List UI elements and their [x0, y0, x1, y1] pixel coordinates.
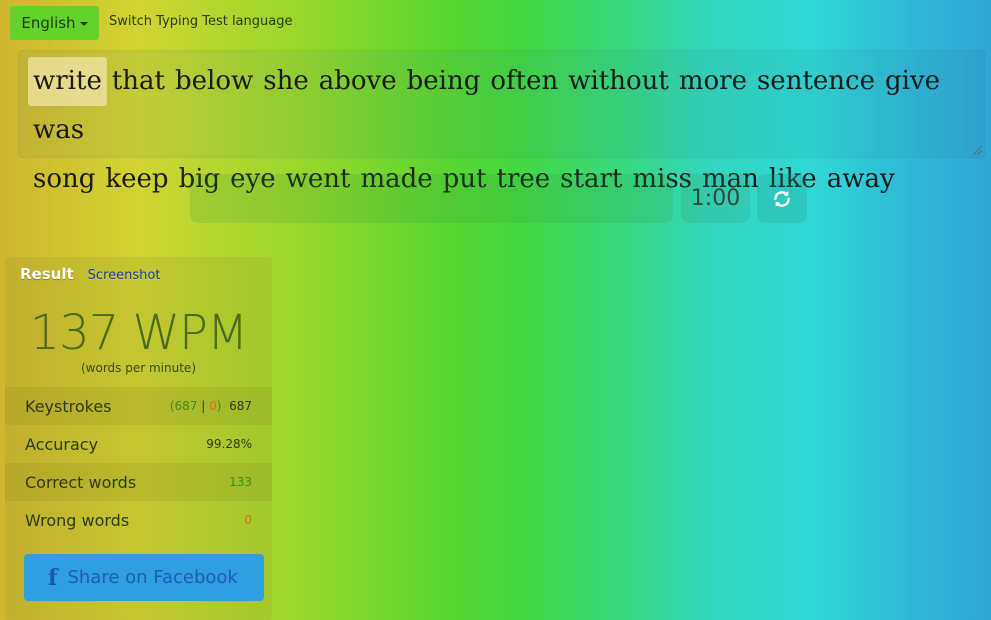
resize-grip-icon[interactable] — [973, 146, 982, 155]
accuracy-label: Accuracy — [25, 434, 99, 454]
word: she — [263, 66, 309, 96]
wrong-words-row: Wrong words 0 — [5, 501, 272, 539]
word: above — [318, 66, 397, 96]
word: below — [175, 66, 254, 96]
result-tabs: Result Screenshot — [20, 265, 160, 283]
current-word: write — [28, 57, 107, 106]
words-line-1: write that below she above being often without m… — [28, 57, 975, 155]
wrong-words-value: 0 — [244, 513, 252, 527]
typing-input[interactable] — [190, 174, 673, 223]
accuracy-row: Accuracy 99.28% — [5, 425, 272, 463]
keystrokes-value: (687 | 0) 687 — [169, 399, 252, 413]
word: that — [111, 66, 165, 96]
correct-words-row: Correct words 133 — [5, 463, 272, 501]
word: sentence — [756, 66, 875, 96]
timer: 1:00 — [681, 174, 750, 223]
correct-words-value: 133 — [229, 475, 252, 489]
facebook-icon: f — [48, 564, 58, 591]
refresh-icon — [774, 190, 790, 207]
wpm-caption: (words per minute) — [81, 361, 196, 375]
share-facebook-label: Share on Facebook — [67, 567, 238, 588]
wrong-words-label: Wrong words — [25, 510, 130, 530]
language-label: English — [21, 14, 76, 32]
word: without — [568, 66, 669, 96]
word-display: write that below she above being often without m… — [18, 50, 985, 194]
accuracy-value: 99.28% — [206, 437, 252, 451]
language-dropdown[interactable]: English — [10, 6, 99, 40]
result-panel: Result Screenshot 137 WPM (words per min… — [5, 257, 272, 620]
refresh-button[interactable] — [757, 174, 807, 223]
keystrokes-total: 687 — [229, 399, 252, 413]
word: song — [33, 164, 96, 194]
word: keep — [105, 164, 169, 194]
word: more — [678, 66, 747, 96]
keystrokes-row: Keystrokes (687 | 0) 687 — [5, 387, 272, 425]
word: being — [406, 66, 481, 96]
tab-result[interactable]: Result — [20, 265, 74, 283]
switch-language-label: Switch Typing Test language — [109, 14, 293, 29]
tab-screenshot[interactable]: Screenshot — [88, 268, 161, 283]
keystrokes-label: Keystrokes — [25, 396, 112, 416]
word: often — [490, 66, 559, 96]
share-facebook-button[interactable]: f Share on Facebook — [24, 554, 264, 601]
word: give — [884, 66, 941, 96]
word: was — [33, 115, 85, 145]
correct-words-label: Correct words — [25, 472, 137, 492]
word: away — [826, 164, 895, 194]
keystrokes-wrong: 0 — [209, 399, 217, 413]
wpm-value: 137 WPM — [29, 305, 249, 361]
keystrokes-correct: 687 — [174, 399, 198, 413]
caret-down-icon — [79, 22, 88, 26]
